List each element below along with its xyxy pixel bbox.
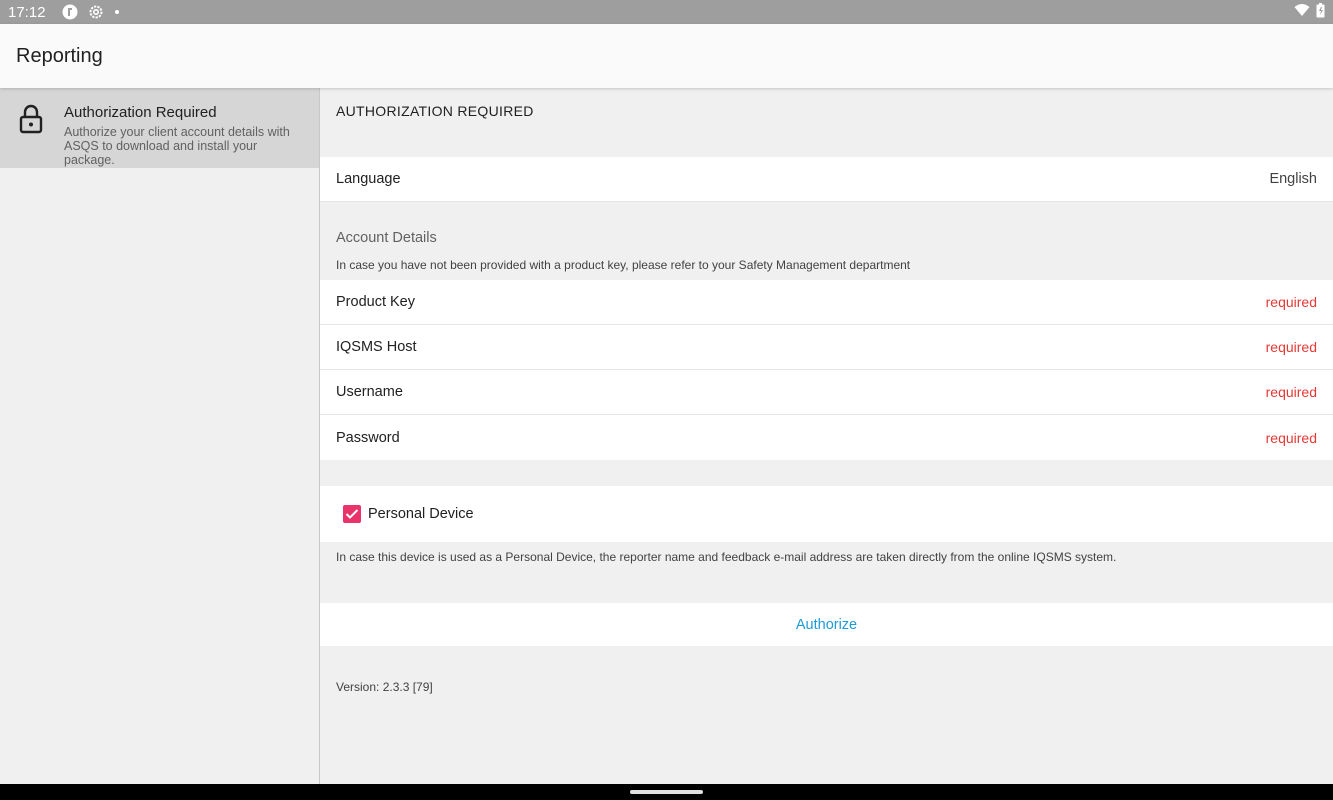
required-indicator: required [1265,339,1317,355]
required-indicator: required [1265,294,1317,310]
wifi-icon [1294,3,1310,21]
field-label: Username [336,384,403,400]
main-panel: AUTHORIZATION REQUIRED Language English … [320,88,1333,784]
field-label: Product Key [336,294,415,310]
battery-icon [1316,2,1325,22]
password-field[interactable]: Password required [320,415,1333,460]
field-label: Password [336,429,400,446]
required-indicator: required [1265,384,1317,400]
version-label: Version: 2.3.3 [79] [336,680,433,694]
sidebar-item-authorization-required[interactable]: Authorization Required Authorize your cl… [0,88,319,168]
app-notification-icon [62,4,78,20]
settings-gear-icon [88,4,104,20]
home-gesture-handle[interactable] [630,790,703,794]
iqsms-host-field[interactable]: IQSMS Host required [320,325,1333,370]
app-bar: Reporting [0,24,1333,88]
app-title: Reporting [16,44,103,67]
sidebar-item-title: Authorization Required [64,104,217,121]
account-details-header: Account Details In case you have not bee… [320,202,1333,280]
personal-device-note: In case this device is used as a Persona… [336,550,1117,564]
sidebar: Authorization Required Authorize your cl… [0,88,320,784]
username-field[interactable]: Username required [320,370,1333,415]
account-details-description: In case you have not been provided with … [336,258,911,272]
account-details-title: Account Details [336,230,437,246]
language-value: English [1269,171,1317,187]
personal-device-label: Personal Device [368,506,474,522]
section-title: AUTHORIZATION REQUIRED [336,103,534,119]
language-row[interactable]: Language English [320,157,1333,202]
status-bar: 17:12 [0,0,1333,24]
language-label: Language [336,171,401,187]
personal-device-row[interactable]: Personal Device [320,486,1333,542]
required-indicator: required [1265,429,1317,446]
more-notifications-dot-icon [114,9,120,15]
authorize-button[interactable]: Authorize [320,603,1333,646]
status-time: 17:12 [8,3,46,21]
lock-icon [18,104,46,168]
sidebar-item-description: Authorize your client account details wi… [64,125,290,167]
product-key-field[interactable]: Product Key required [320,280,1333,325]
checkmark-icon [345,509,359,519]
field-label: IQSMS Host [336,339,417,355]
navigation-bar [0,784,1333,800]
personal-device-checkbox[interactable] [343,505,361,523]
